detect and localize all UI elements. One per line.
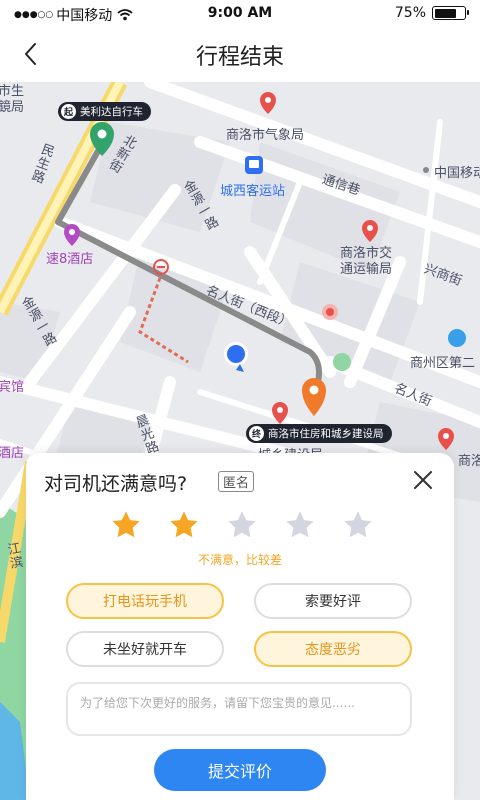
- tag-bad-attitude[interactable]: 态度恶劣: [254, 631, 412, 667]
- map-label: 速8酒店: [46, 252, 94, 267]
- battery-icon: [432, 6, 469, 20]
- map-label: 商洛市气象局: [226, 128, 305, 143]
- star-filled-icon[interactable]: [168, 509, 200, 541]
- status-bar: ●●●○○ 中国移动 9:00 AM 75%: [0, 0, 480, 26]
- rating-description: 不满意，比较差: [197, 553, 282, 567]
- battery-info: 75%: [394, 5, 469, 21]
- start-location-name: 美利达自行车: [80, 106, 143, 118]
- anonymous-toggle[interactable]: 匿名: [218, 471, 255, 492]
- star-empty-icon[interactable]: [342, 509, 374, 541]
- end-location-name: 商洛市住房和城乡建设局: [268, 428, 384, 440]
- start-badge: 起: [61, 104, 76, 119]
- tag-drove-before-seated[interactable]: 未坐好就开车: [66, 631, 224, 667]
- nav-bar: 行程结束: [0, 26, 480, 82]
- map-label: 通运输局: [340, 262, 393, 277]
- map-label: 鏡局: [0, 100, 25, 115]
- map-label: 中国移动: [434, 166, 480, 181]
- tag-asked-for-review[interactable]: 索要好评: [254, 583, 412, 619]
- star-empty-icon[interactable]: [284, 509, 316, 541]
- close-button[interactable]: [410, 467, 436, 493]
- map-label: 酒店: [0, 446, 25, 461]
- submit-review-button[interactable]: 提交评价: [154, 749, 326, 791]
- rating-sheet: 对司机还满意吗? 匿名 不满意，比较差 打电话玩手机 索要好评 未坐好就开车 态…: [26, 453, 454, 800]
- comment-input[interactable]: [66, 682, 412, 736]
- end-location-tag: 终 商洛市住房和城乡建设局: [246, 424, 392, 443]
- start-location-tag: 起 美利达自行车: [58, 102, 151, 121]
- tag-phone-while-driving[interactable]: 打电话玩手机: [66, 583, 224, 619]
- close-icon: [414, 471, 432, 489]
- map-label: 商州区第二: [410, 356, 476, 371]
- map-label: 宾馆: [0, 380, 25, 395]
- star-filled-icon[interactable]: [110, 509, 142, 541]
- star-empty-icon[interactable]: [226, 509, 258, 541]
- map-label: 商洛: [458, 454, 480, 469]
- star-rating: [110, 509, 374, 541]
- battery-percent: 75%: [394, 5, 426, 21]
- page-title: 行程结束: [195, 45, 284, 70]
- map-label: 城西客运站: [220, 184, 286, 199]
- end-badge: 终: [249, 426, 264, 441]
- sheet-title: 对司机还满意吗?: [44, 473, 188, 495]
